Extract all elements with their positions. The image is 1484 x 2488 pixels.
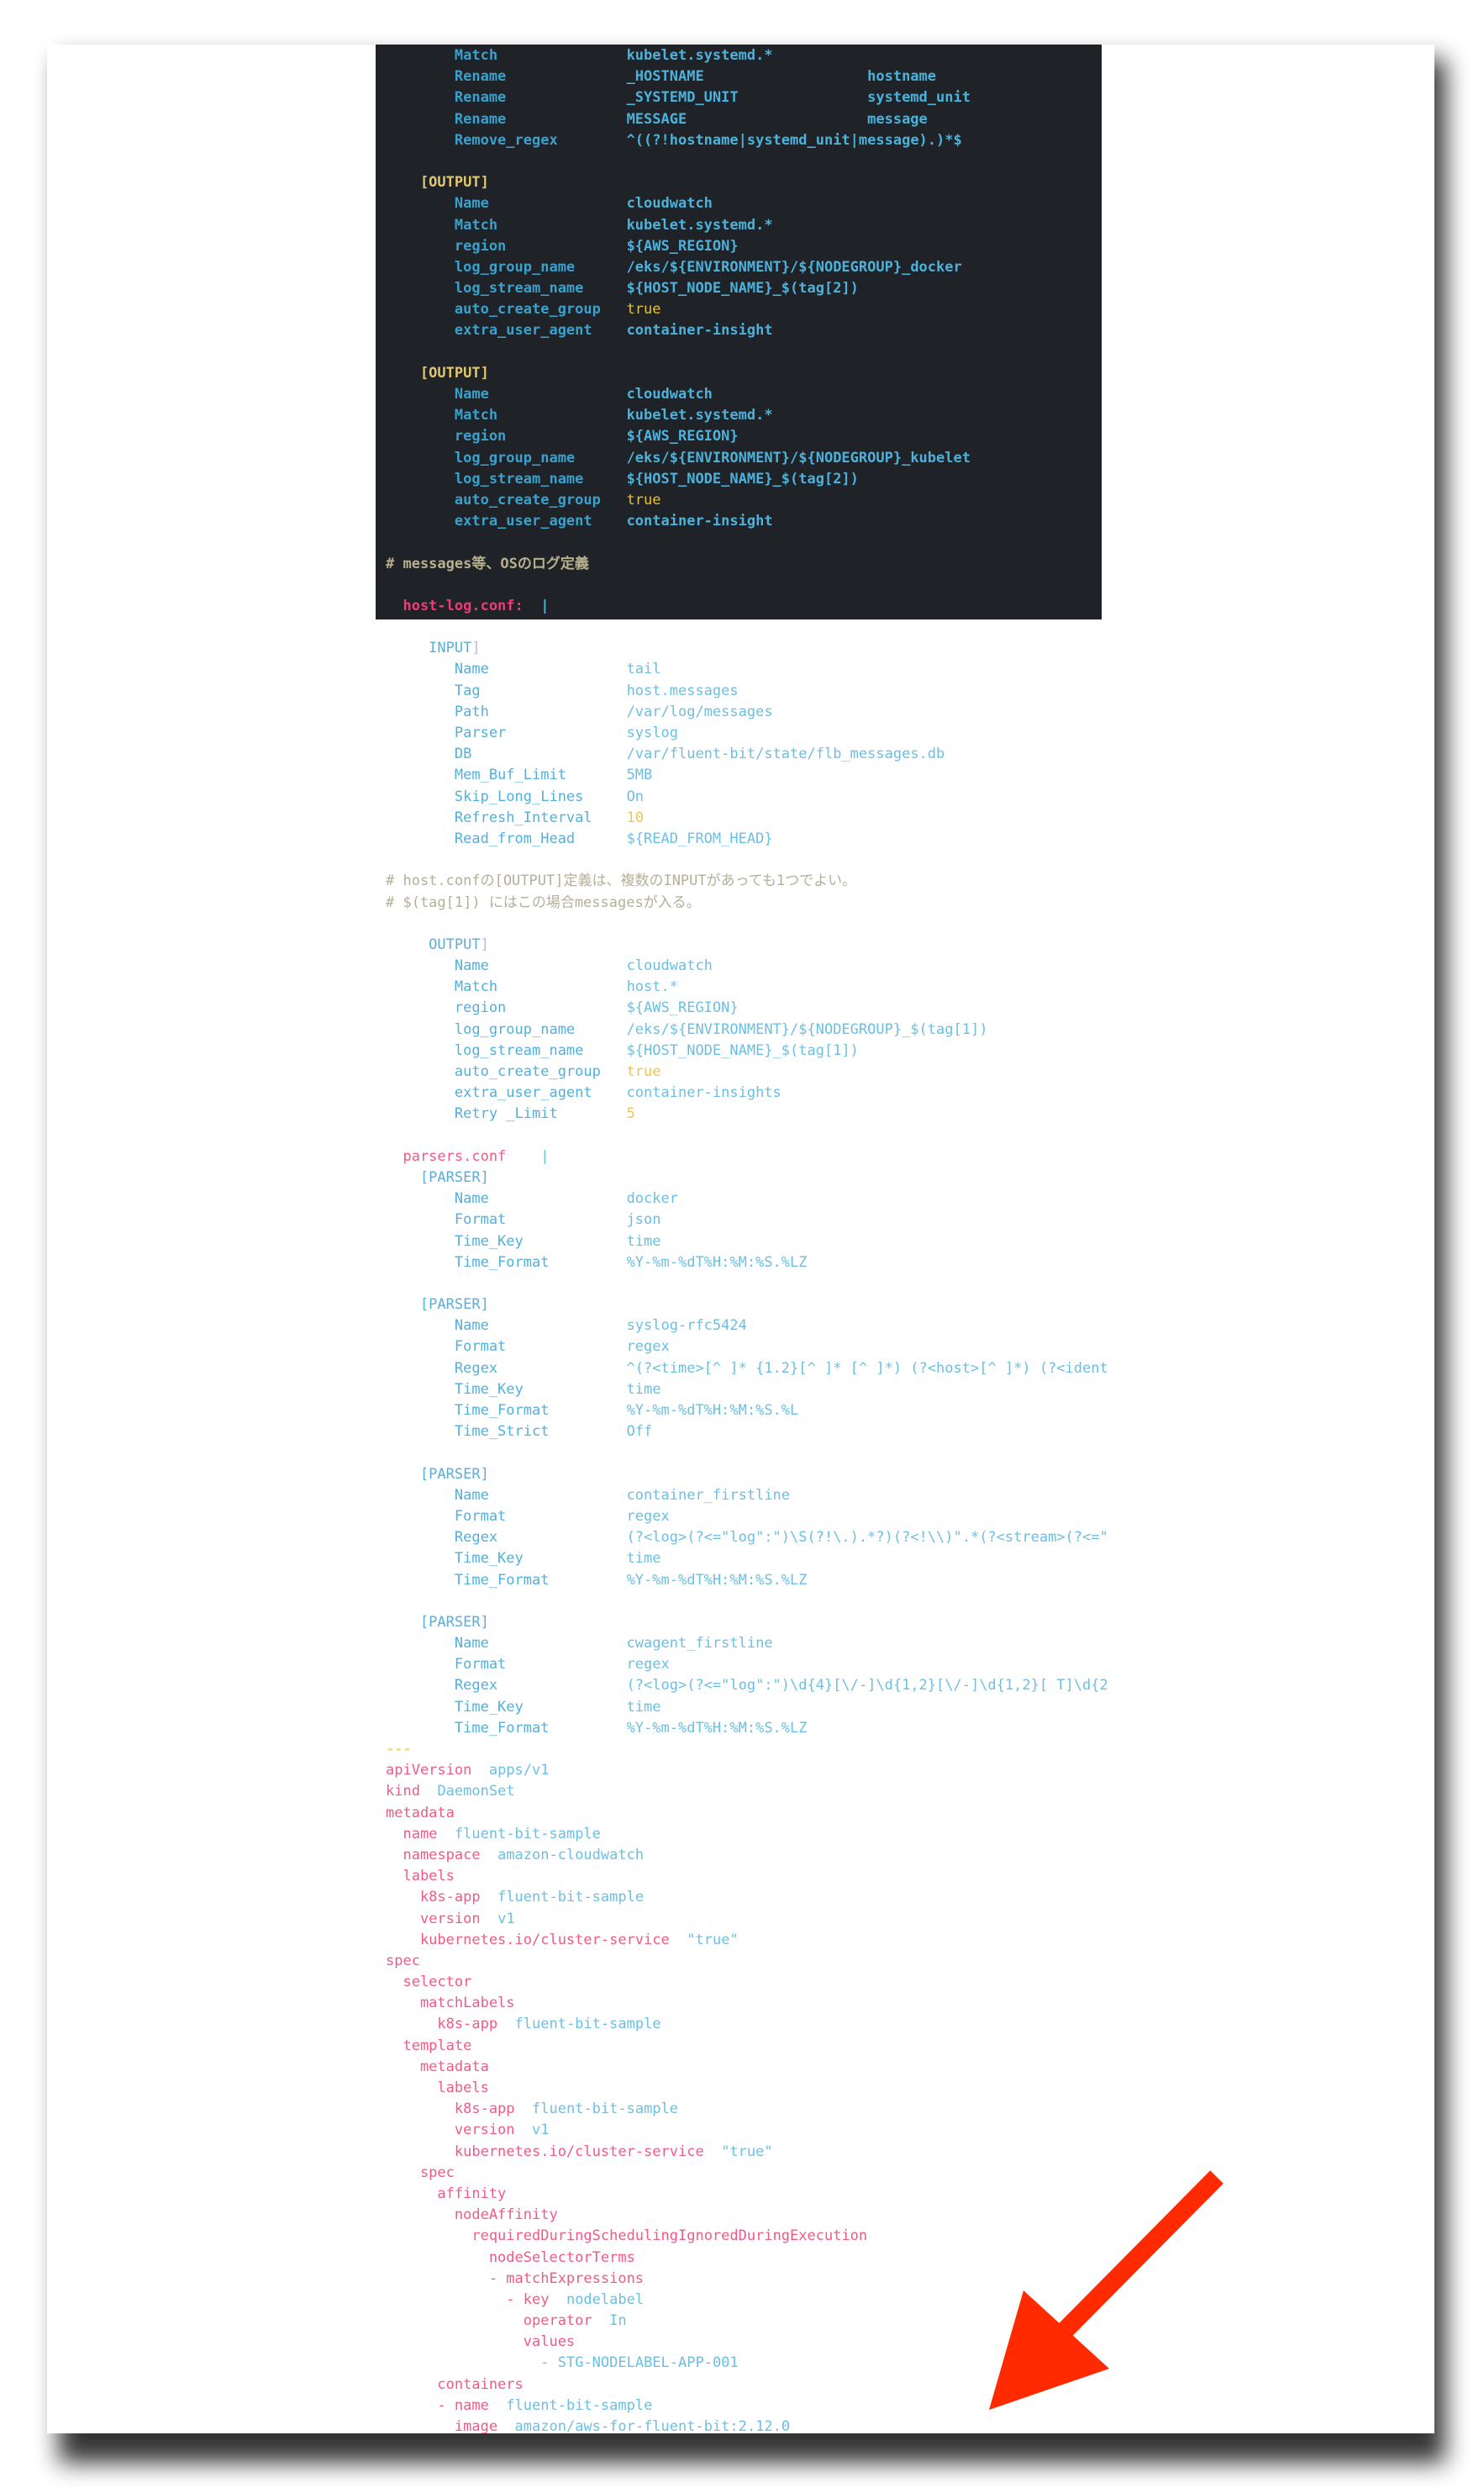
arrow-shaft xyxy=(1044,2170,1224,2352)
red-arrow-icon xyxy=(989,2170,1224,2410)
